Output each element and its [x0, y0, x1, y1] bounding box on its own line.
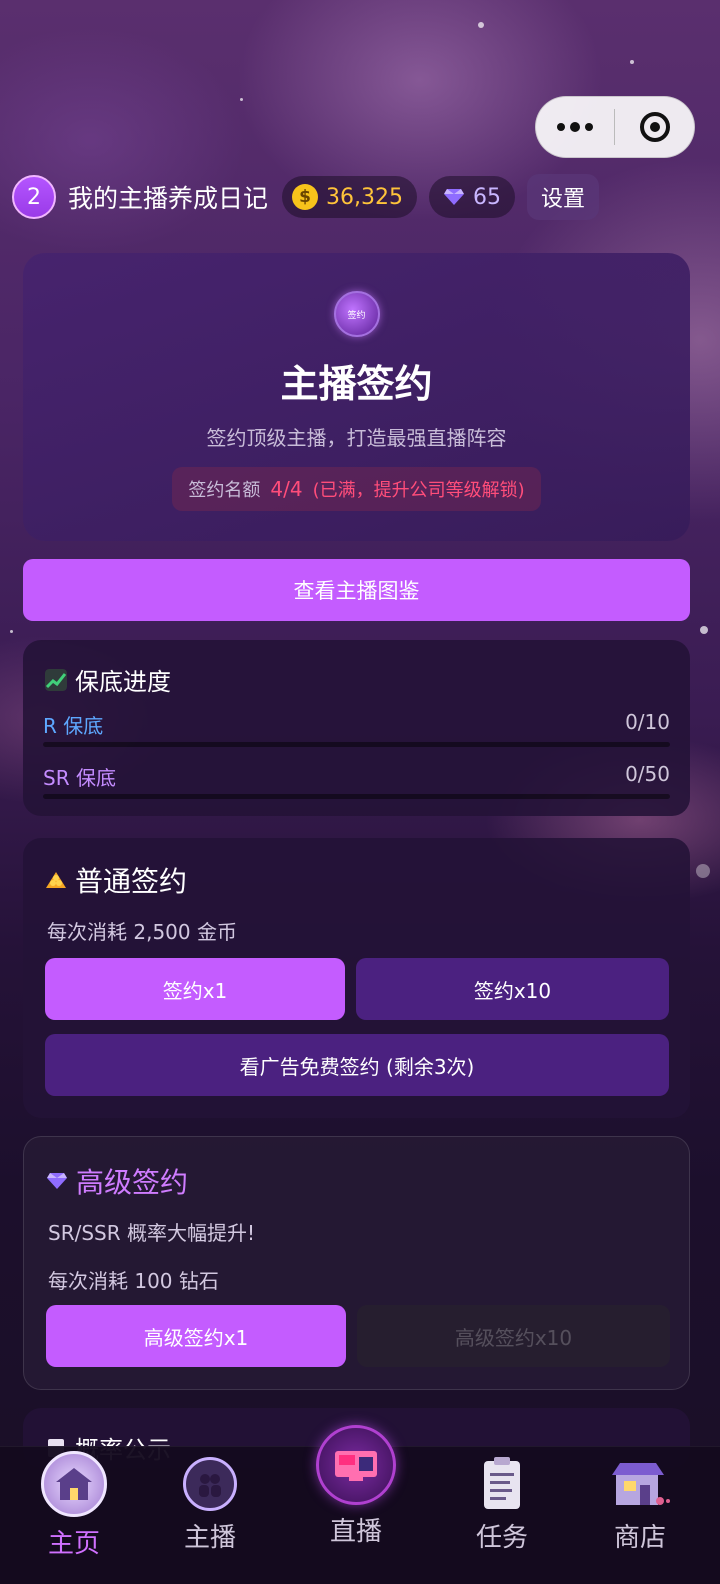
guarantee-row-sr: SR 保底 0/50 [43, 762, 670, 791]
task-icon [475, 1457, 529, 1511]
ad-free-sign-button[interactable]: 看广告免费签约 (剩余3次) [45, 1034, 669, 1096]
premium-sign-title: 高级签约 [46, 1161, 188, 1201]
coin-icon: $ [292, 184, 319, 210]
nav-task-label: 任务 [475, 1523, 528, 1553]
sr-guarantee-label: SR 保底 [43, 766, 116, 790]
nav-live[interactable]: 直播 [306, 1425, 406, 1548]
nav-home-label: 主页 [47, 1529, 100, 1559]
nav-streamer-label: 主播 [183, 1523, 236, 1553]
app-title: 我的主播养成日记 [68, 184, 269, 213]
premium-sign-x1-button[interactable]: 高级签约x1 [46, 1305, 346, 1367]
gold-pile-icon [46, 872, 66, 888]
nav-live-label: 直播 [329, 1517, 382, 1547]
guarantee-title-text: 保底进度 [75, 668, 171, 696]
premium-sign-x10-button[interactable]: 高级签约x10 [357, 1305, 670, 1367]
home-icon [41, 1451, 107, 1517]
normal-sign-title-text: 普通签约 [75, 865, 188, 898]
guarantee-title: 保底进度 [45, 662, 171, 697]
r-guarantee-bar [43, 742, 670, 747]
diamond-icon [47, 1173, 67, 1189]
normal-sign-title: 普通签约 [45, 860, 187, 900]
sign-quota: 签约名额 4/4 (已满，提升公司等级解锁) [172, 467, 541, 511]
nav-streamer[interactable]: 主播 [160, 1457, 260, 1554]
coin-amount: 36,325 [326, 184, 403, 210]
live-icon [316, 1425, 396, 1505]
chart-up-icon [45, 668, 67, 691]
r-guarantee-value: 0/10 [625, 710, 670, 734]
miniprogram-capsule [535, 96, 695, 158]
quota-note: (已满，提升公司等级解锁) [312, 480, 525, 501]
normal-sign-cost: 每次消耗 2,500 金币 [47, 920, 237, 944]
nav-home[interactable]: 主页 [24, 1451, 124, 1560]
sign-x1-button[interactable]: 签约x1 [45, 958, 345, 1020]
sr-guarantee-bar [43, 794, 670, 799]
guarantee-row-r: R 保底 0/10 [43, 710, 670, 739]
sr-guarantee-value: 0/50 [625, 762, 670, 786]
guarantee-progress-card: 保底进度 R 保底 0/10 SR 保底 0/50 [23, 640, 690, 816]
bottom-nav: 主页 主播 直播 任务 商店 [0, 1425, 720, 1584]
sign-badge-icon: 签约 [333, 291, 380, 337]
r-guarantee-label: R 保底 [43, 714, 104, 738]
settings-button[interactable]: 设置 [527, 174, 600, 220]
sign-x10-button[interactable]: 签约x10 [356, 958, 669, 1020]
top-bar: 2 我的主播养成日记 $ 36,325 65 设置 [12, 174, 712, 220]
sign-hero-card: 签约 主播签约 签约顶级主播，打造最强直播阵容 签约名额 4/4 (已满，提升公… [23, 253, 690, 541]
normal-sign-card: 普通签约 每次消耗 2,500 金币 签约x1 签约x10 看广告免费签约 (剩… [23, 838, 690, 1118]
nav-shop-label: 商店 [613, 1523, 666, 1553]
streamer-icon [183, 1457, 237, 1511]
diamond-icon [444, 189, 464, 205]
quota-value: 4/4 [270, 477, 303, 501]
diamond-balance: 65 [429, 176, 515, 218]
close-target-icon[interactable] [615, 112, 694, 142]
view-streamer-atlas-button[interactable]: 查看主播图鉴 [23, 559, 690, 621]
nav-task[interactable]: 任务 [452, 1457, 552, 1554]
level-badge: 2 [12, 175, 56, 219]
premium-sign-title-text: 高级签约 [76, 1166, 189, 1199]
diamond-amount: 65 [473, 184, 501, 210]
quota-label: 签约名额 [188, 480, 261, 501]
nav-shop[interactable]: 商店 [590, 1457, 690, 1554]
coin-balance: $ 36,325 [282, 176, 417, 218]
premium-sign-card: 高级签约 SR/SSR 概率大幅提升! 每次消耗 100 钻石 高级签约x1 高… [23, 1136, 690, 1390]
premium-sign-cost: 每次消耗 100 钻石 [48, 1269, 219, 1293]
hero-subtitle: 签约顶级主播，打造最强直播阵容 [206, 426, 507, 450]
shop-icon [610, 1457, 670, 1511]
premium-sign-desc: SR/SSR 概率大幅提升! [48, 1221, 255, 1245]
more-icon[interactable] [536, 121, 614, 132]
hero-title: 主播签约 [280, 362, 433, 406]
